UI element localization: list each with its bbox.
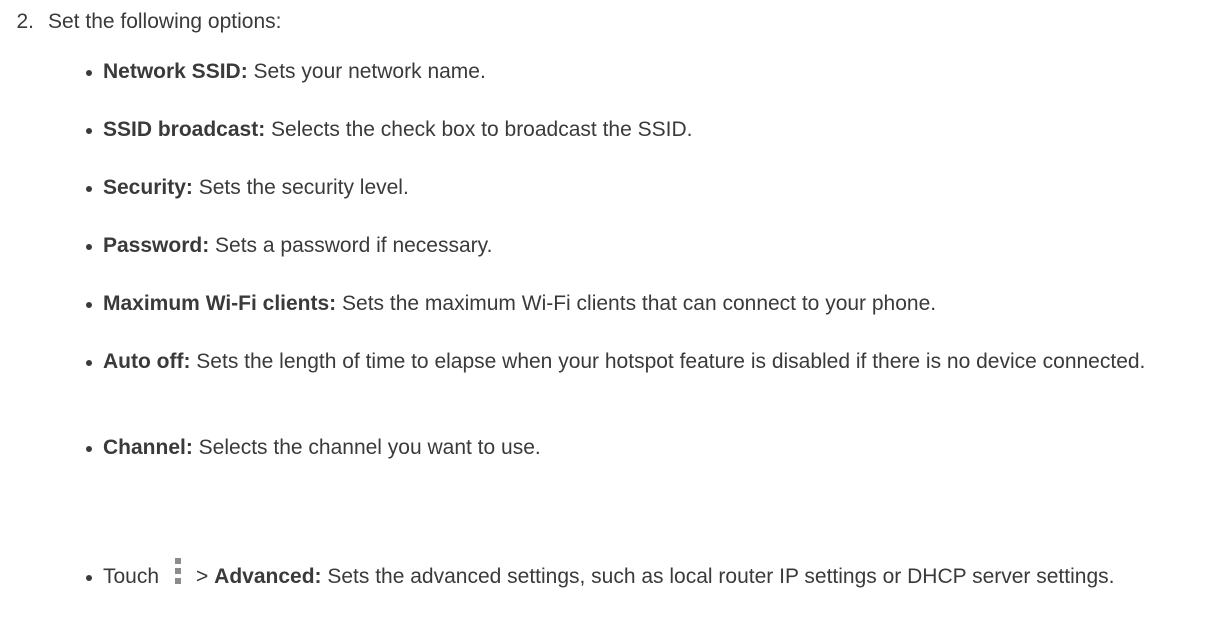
bullet bbox=[86, 70, 92, 76]
option-description: Selects the channel you want to use. bbox=[192, 436, 541, 459]
bullet bbox=[86, 302, 92, 308]
bullet bbox=[86, 446, 92, 452]
option-security: Security: Sets the security level. bbox=[86, 174, 1231, 202]
option-auto-off: Auto off: Sets the length of time to ela… bbox=[86, 348, 1231, 376]
option-description: Sets a password if necessary. bbox=[209, 234, 493, 257]
bullet bbox=[86, 128, 92, 134]
option-term: Security: bbox=[103, 176, 193, 199]
option-description: Sets the advanced settings, such as loca… bbox=[321, 565, 1115, 588]
bullet bbox=[86, 244, 92, 250]
step-number: 2. bbox=[16, 10, 34, 33]
bullet bbox=[86, 360, 92, 366]
option-description: Sets the security level. bbox=[192, 176, 409, 199]
bullet bbox=[86, 575, 92, 581]
step-text: Set the following options: bbox=[48, 10, 282, 33]
option-password: Password: Sets a password if necessary. bbox=[86, 232, 1231, 260]
option-term: Maximum Wi-Fi clients: bbox=[103, 292, 337, 315]
option-maximum-wifi-clients: Maximum Wi-Fi clients: Sets the maximum … bbox=[86, 290, 1231, 318]
option-description: Sets your network name. bbox=[247, 60, 486, 83]
option-ssid-broadcast: SSID broadcast: Selects the check box to… bbox=[86, 116, 1231, 144]
option-term: Network SSID: bbox=[103, 60, 248, 83]
bullet bbox=[86, 186, 92, 192]
option-description: Sets the maximum Wi-Fi clients that can … bbox=[336, 292, 937, 315]
more-options-vertical-icon bbox=[175, 558, 182, 596]
icon-slot bbox=[159, 558, 196, 584]
option-advanced: Touch > Advanced: Sets the advanced setti… bbox=[86, 558, 1231, 591]
option-network-ssid: Network SSID: Sets your network name. bbox=[86, 58, 1231, 86]
option-description: Selects the check box to broadcast the S… bbox=[265, 118, 693, 141]
option-description: Sets the length of time to elapse when y… bbox=[190, 350, 1146, 373]
option-term: Auto off: bbox=[103, 350, 191, 373]
touch-prefix: Touch bbox=[103, 565, 160, 588]
option-term: Advanced: bbox=[214, 565, 322, 588]
option-term: Channel: bbox=[103, 436, 193, 459]
step-2: 2. Set the following options: bbox=[0, 8, 281, 36]
option-term: Password: bbox=[103, 234, 210, 257]
touch-separator: > bbox=[196, 565, 209, 588]
option-channel: Channel: Selects the channel you want to… bbox=[86, 434, 1231, 462]
option-term: SSID broadcast: bbox=[103, 118, 266, 141]
